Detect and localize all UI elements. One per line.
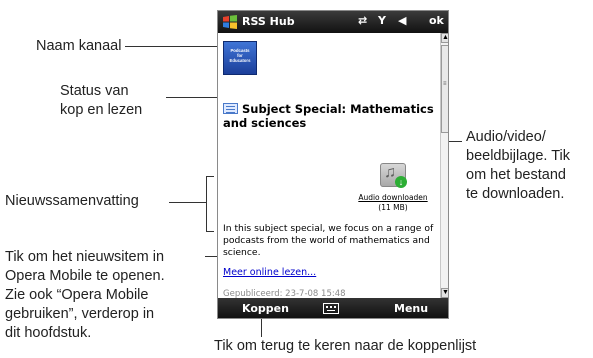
keyboard-icon[interactable] xyxy=(323,303,339,314)
sync-icon[interactable]: ⇄ xyxy=(358,14,367,27)
scroll-thumb[interactable]: ≡ xyxy=(441,45,448,133)
audio-attachment-icon[interactable]: ♫ ↓ xyxy=(380,163,407,188)
scroll-down-icon[interactable]: ▼ xyxy=(441,288,448,298)
label-attachment-4: te downloaden. xyxy=(466,186,565,202)
download-icon: ↓ xyxy=(395,176,407,188)
attachment-size: (11 MB) xyxy=(378,203,408,212)
softkey-menu[interactable]: Menu xyxy=(394,302,428,315)
label-open-4: gebruiken”, verderop in xyxy=(5,306,155,322)
leader-status xyxy=(166,97,222,98)
bracket-summary xyxy=(206,176,207,232)
softkey-koppen[interactable]: Koppen xyxy=(242,302,289,315)
label-attachment-3: om het bestand xyxy=(466,167,566,183)
read-more-online-link[interactable]: Meer online lezen... xyxy=(223,267,316,278)
scroll-up-icon[interactable]: ▲ xyxy=(441,33,448,43)
headline: Subject Special: Mathematics and science… xyxy=(223,102,434,130)
label-open-5: dit hoofdstuk. xyxy=(5,325,92,341)
windows-start-icon[interactable] xyxy=(222,14,238,30)
label-channel-name: Naam kanaal xyxy=(36,38,122,54)
leader-summary xyxy=(169,202,206,203)
leader-channel-name xyxy=(125,46,221,47)
label-status-2: kop en lezen xyxy=(60,102,143,118)
leader-back xyxy=(261,319,262,337)
label-attachment-2: beeldbijlage. Tik xyxy=(466,148,570,164)
vertical-scrollbar[interactable]: ▲ ≡ ▼ xyxy=(440,33,448,298)
audio-download-link[interactable]: Audio downloaden xyxy=(348,193,438,202)
app-title: RSS Hub xyxy=(242,15,295,28)
signal-icon[interactable]: Y xyxy=(378,14,386,27)
label-open-3: Zie ook “Opera Mobile xyxy=(5,287,149,303)
soft-key-bar: Koppen Menu xyxy=(218,298,448,318)
ok-button[interactable]: ok xyxy=(429,14,444,27)
bracket-summary-top xyxy=(206,176,214,177)
title-bar: RSS Hub ⇄ Y ◀ ok xyxy=(218,11,448,33)
news-summary: In this subject special, we focus on a r… xyxy=(223,223,434,258)
feed-logo-line: Educators xyxy=(229,58,251,63)
label-attachment-1: Audio/video/ xyxy=(466,129,546,145)
feed-logo: Podcasts for Educators xyxy=(223,41,257,75)
bracket-summary-bottom xyxy=(206,231,214,232)
volume-icon[interactable]: ◀ xyxy=(398,14,406,27)
label-summary: Nieuwssamenvatting xyxy=(5,193,139,209)
label-open-2: Opera Mobile te openen. xyxy=(5,268,165,284)
label-status-1: Status van xyxy=(60,83,129,99)
news-item-view: Podcasts for Educators Subject Special: … xyxy=(218,33,440,299)
label-open-1: Tik om het nieuwsitem in xyxy=(5,249,165,265)
label-back: Tik om terug te keren naar de koppenlijs… xyxy=(214,338,477,354)
phone-screen: RSS Hub ⇄ Y ◀ ok Podcasts for Educators … xyxy=(217,10,449,319)
